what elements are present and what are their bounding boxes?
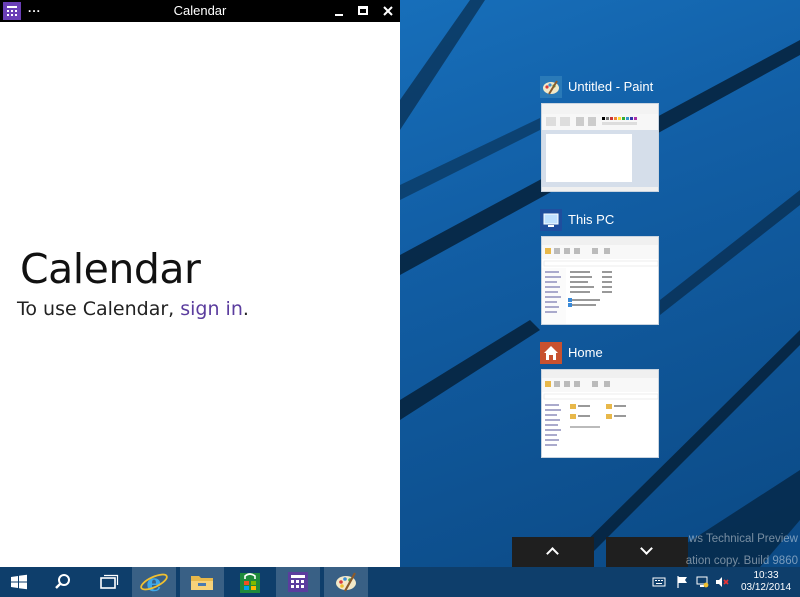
message-suffix: . xyxy=(242,298,249,320)
maximize-button[interactable] xyxy=(351,0,375,22)
home-icon xyxy=(540,342,562,364)
taskbar: e 10:33 03/12/2014 xyxy=(0,567,800,597)
task-view-item-paint[interactable]: Untitled - Paint xyxy=(540,76,660,192)
taskbar-internet-explorer[interactable]: e xyxy=(132,567,176,597)
task-view-item-home[interactable]: Home xyxy=(540,342,660,458)
search-button[interactable] xyxy=(40,567,84,597)
taskbar-paint[interactable] xyxy=(324,567,368,597)
internet-explorer-icon: e xyxy=(140,568,168,597)
task-view-scroll-down-button[interactable] xyxy=(606,537,688,567)
window-thumbnail xyxy=(541,103,659,192)
this-pc-icon xyxy=(540,209,562,231)
chevron-up-icon xyxy=(546,547,559,560)
build-watermark: ws Technical Preview ation copy. Build 9… xyxy=(678,528,798,572)
volume-muted-icon[interactable] xyxy=(715,575,729,589)
keyboard-icon[interactable] xyxy=(652,575,666,589)
message-text: To use Calendar, xyxy=(17,298,181,320)
taskbar-store[interactable] xyxy=(228,567,272,597)
paint-icon xyxy=(540,76,562,98)
action-center-flag-icon[interactable] xyxy=(675,575,689,589)
watermark-line: ws Technical Preview xyxy=(688,533,798,545)
window-thumbnail xyxy=(541,236,659,325)
clock-date: 03/12/2014 xyxy=(740,582,792,593)
start-icon xyxy=(11,574,27,590)
svg-text:e: e xyxy=(146,568,161,597)
task-view-label: This PC xyxy=(568,212,615,227)
maximize-icon xyxy=(358,6,368,15)
window-thumbnail xyxy=(541,369,659,458)
title-bar[interactable]: ... Calendar xyxy=(0,0,400,22)
calendar-window: ... Calendar Calendar To use Calendar, s… xyxy=(0,0,400,567)
task-view-button[interactable] xyxy=(86,567,130,597)
system-clock[interactable]: 10:33 03/12/2014 xyxy=(736,570,796,594)
chevron-down-icon xyxy=(640,542,653,555)
clock-time: 10:33 xyxy=(753,570,779,581)
start-button[interactable] xyxy=(0,567,38,597)
file-explorer-icon xyxy=(191,576,213,590)
task-view-label: Home xyxy=(568,345,603,360)
minimize-button[interactable] xyxy=(327,0,351,22)
close-icon xyxy=(383,6,393,16)
network-icon[interactable] xyxy=(695,575,709,589)
sign-in-link[interactable]: sign in xyxy=(180,298,243,320)
close-button[interactable] xyxy=(376,0,400,22)
task-view-label: Untitled - Paint xyxy=(568,79,654,94)
taskbar-file-explorer[interactable] xyxy=(180,567,224,597)
minimize-icon xyxy=(335,14,343,16)
sign-in-message: To use Calendar, sign in. xyxy=(17,298,249,320)
search-icon xyxy=(55,574,70,589)
paint-icon xyxy=(336,572,356,592)
calendar-icon xyxy=(288,572,308,592)
task-view-item-this-pc[interactable]: This PC xyxy=(540,209,660,325)
page-heading: Calendar xyxy=(20,245,201,293)
taskbar-calendar[interactable] xyxy=(276,567,320,597)
task-view-icon xyxy=(100,574,119,589)
task-view-scroll-up-button[interactable] xyxy=(512,537,594,567)
store-icon xyxy=(240,573,260,593)
